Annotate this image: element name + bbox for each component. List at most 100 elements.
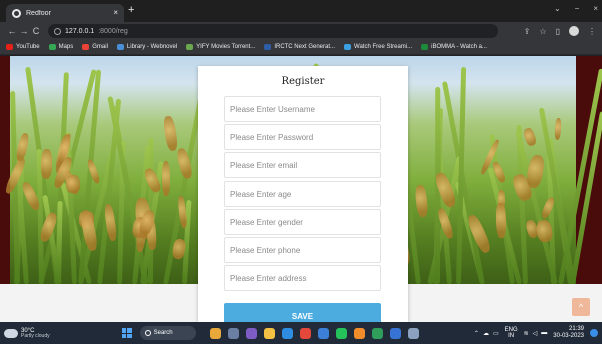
email-input[interactable] xyxy=(224,152,381,178)
bookmark-favicon-icon xyxy=(344,44,351,50)
password-input[interactable] xyxy=(224,124,381,150)
bookmark-item[interactable]: YouTube xyxy=(6,44,40,50)
bookmark-label: Gmail xyxy=(92,44,108,50)
rice-grain-head xyxy=(525,154,546,190)
app-icon-store[interactable] xyxy=(317,327,329,339)
forward-button[interactable]: → xyxy=(18,26,30,36)
site-info-icon[interactable] xyxy=(54,27,61,35)
url-host: 127.0.0.1 xyxy=(65,27,95,35)
address-input[interactable] xyxy=(224,265,381,291)
register-title: Register xyxy=(281,76,325,87)
phone-input[interactable] xyxy=(224,237,381,263)
region-code: IN xyxy=(508,333,515,339)
close-window-button[interactable]: × xyxy=(593,4,598,13)
bookmark-favicon-icon xyxy=(264,44,272,50)
toolbar-actions: ⇪ ☆ ▯ ⋮ xyxy=(524,26,596,36)
bookmark-favicon-icon xyxy=(6,44,13,50)
gender-input[interactable] xyxy=(224,209,381,235)
tab-search-icon[interactable]: ⌄ xyxy=(554,4,561,13)
clock-time: 21:39 xyxy=(568,326,584,333)
menu-icon[interactable]: ⋮ xyxy=(588,27,596,36)
bookmark-label: Watch Free Streami... xyxy=(354,44,413,50)
bookmark-favicon-icon xyxy=(421,44,429,50)
cloud-tray-icon[interactable]: ☁ xyxy=(483,330,489,337)
start-button[interactable] xyxy=(121,328,132,338)
bookmark-favicon-icon xyxy=(48,44,56,50)
rice-grain-head xyxy=(522,126,537,147)
tab-close-icon[interactable]: × xyxy=(113,9,118,17)
weather-description: Partly cloudy xyxy=(21,332,50,339)
new-tab-button[interactable]: + xyxy=(128,5,134,16)
tab-title: Redfoor xyxy=(26,9,51,17)
reload-button[interactable]: C xyxy=(30,26,42,36)
app-icon-taskview[interactable] xyxy=(227,327,239,339)
rice-grain-head xyxy=(40,149,53,180)
app-icon-widgets[interactable] xyxy=(209,327,221,339)
app-icon-whatsapp[interactable] xyxy=(335,327,347,339)
network-volume-icons[interactable]: ≋ ◁ ▬ xyxy=(524,330,548,337)
clock[interactable]: 21:39 30-03-2023 xyxy=(553,326,584,339)
address-bar[interactable]: 127.0.0.1:8000/reg xyxy=(48,24,498,38)
app-icon-chrome[interactable] xyxy=(299,327,311,339)
battery-icon[interactable]: ▭ xyxy=(493,330,499,337)
save-button[interactable]: SAVE xyxy=(224,303,381,322)
bookmark-label: Maps xyxy=(58,44,74,50)
bookmarks-bar: YouTube Maps Gmail Library - Webnovel YIFY M… xyxy=(0,40,602,55)
age-input[interactable] xyxy=(224,181,381,207)
pinned-apps xyxy=(209,327,419,339)
bookmark-label: YouTube xyxy=(16,44,40,50)
rice-grain-head xyxy=(162,115,179,152)
window-controls: ⌄ − × xyxy=(554,4,598,13)
app-icon-spotify[interactable] xyxy=(371,327,383,339)
side-panel-icon[interactable]: ▯ xyxy=(556,27,560,36)
volume-icon: ◁ xyxy=(532,330,538,337)
weather-widget[interactable]: 30°C Partly cloudy xyxy=(4,328,50,339)
app-icon-notepad[interactable] xyxy=(407,327,419,339)
bookmark-favicon-icon xyxy=(116,44,124,50)
bookmark-label: Library - Webnovel xyxy=(126,44,178,50)
bookmark-item[interactable]: YIFY Movies Torrent... xyxy=(186,44,255,50)
browser-tab-strip: Redfoor × + ⌄ − × xyxy=(0,0,602,22)
chevron-up-icon[interactable]: ⌃ xyxy=(474,330,479,337)
bookmark-item[interactable]: Watch Free Streami... xyxy=(344,44,412,50)
bookmark-item[interactable]: iBOMMA - Watch a... xyxy=(421,44,487,50)
wifi-icon: ≋ xyxy=(523,330,529,337)
username-input[interactable] xyxy=(224,96,381,122)
bookmark-favicon-icon xyxy=(82,44,90,50)
bookmark-item[interactable]: Library - Webnovel xyxy=(116,44,178,50)
bookmark-star-icon[interactable]: ☆ xyxy=(539,27,546,36)
bookmark-item[interactable]: Gmail xyxy=(82,44,108,50)
site-favicon-icon xyxy=(12,8,21,18)
browser-tab[interactable]: Redfoor × xyxy=(6,4,124,22)
page-viewport: Register SAVE ^ xyxy=(0,56,602,322)
bookmark-item[interactable]: Maps xyxy=(48,44,74,50)
search-icon xyxy=(144,330,151,336)
app-icon-edge[interactable] xyxy=(281,327,293,339)
power-icon: ▬ xyxy=(541,329,548,336)
profile-avatar[interactable] xyxy=(569,26,579,36)
notification-icon[interactable] xyxy=(590,329,598,337)
app-icon-firefox[interactable] xyxy=(353,327,365,339)
back-button[interactable]: ← xyxy=(6,26,18,36)
language-indicator[interactable]: ENG IN xyxy=(505,327,518,339)
minimize-button[interactable]: − xyxy=(575,4,580,13)
os-taskbar: 30°C Partly cloudy Search ⌃ ☁ ▭ ENG IN ≋… xyxy=(0,322,602,344)
scroll-to-top-button[interactable]: ^ xyxy=(572,298,590,316)
app-icon-explorer[interactable] xyxy=(263,327,275,339)
app-icon-vscode[interactable] xyxy=(389,327,401,339)
browser-toolbar: ← → C 127.0.0.1:8000/reg ⇪ ☆ ▯ ⋮ xyxy=(0,22,602,40)
url-path: :8000/reg xyxy=(98,27,128,35)
rice-grain-head xyxy=(162,160,171,196)
taskbar-search[interactable]: Search xyxy=(139,326,196,340)
app-icon-teams[interactable] xyxy=(245,327,257,339)
share-icon[interactable]: ⇪ xyxy=(524,27,531,36)
tray-icons[interactable]: ⌃ ☁ ▭ xyxy=(474,330,499,337)
rice-grain-head xyxy=(65,174,81,194)
clock-date: 30-03-2023 xyxy=(553,333,584,339)
bookmark-item[interactable]: IRCTC Next Generat... xyxy=(264,44,335,50)
bookmark-label: YIFY Movies Torrent... xyxy=(196,44,256,50)
register-card: Register SAVE xyxy=(198,66,408,322)
bookmark-label: iBOMMA - Watch a... xyxy=(431,44,487,50)
rice-grain-head xyxy=(554,117,563,140)
cloud-icon xyxy=(4,328,18,338)
